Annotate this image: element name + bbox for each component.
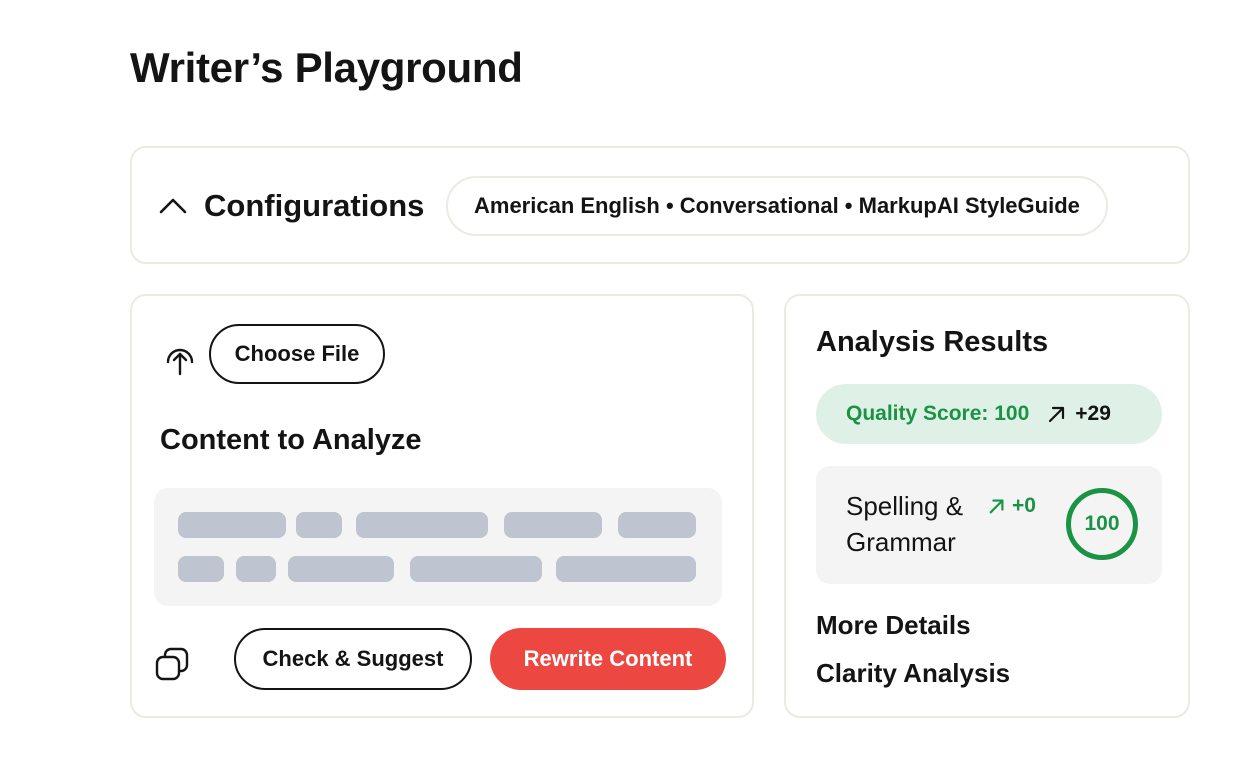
skeleton-line (556, 556, 696, 582)
skeleton-line (178, 512, 286, 538)
choose-file-button[interactable]: Choose File (209, 324, 385, 384)
skeleton-line (288, 556, 394, 582)
quality-score-badge: Quality Score: 100 +29 (816, 384, 1162, 444)
configurations-panel: Configurations American English • Conver… (130, 146, 1190, 264)
spelling-grammar-label: Spelling & Grammar (846, 491, 964, 557)
skeleton-line (504, 512, 602, 538)
clarity-analysis-link[interactable]: Clarity Analysis (816, 658, 1010, 689)
spelling-grammar-card[interactable]: Spelling & Grammar +0 100 (816, 466, 1162, 584)
page-title: Writer’s Playground (130, 44, 523, 91)
check-suggest-button[interactable]: Check & Suggest (234, 628, 472, 690)
skeleton-line (236, 556, 276, 582)
skeleton-line (178, 556, 224, 582)
skeleton-line (296, 512, 342, 538)
content-panel: Choose File Content to Analyze Check & S… (130, 294, 754, 718)
configurations-title: Configurations (204, 188, 425, 223)
configurations-toggle[interactable]: Configurations (158, 188, 424, 224)
analysis-title: Analysis Results (816, 326, 1049, 358)
more-details-link[interactable]: More Details (816, 610, 971, 641)
spelling-grammar-delta: +0 (988, 494, 1036, 518)
analysis-panel: Analysis Results Quality Score: 100 +29 … (784, 294, 1190, 718)
spelling-score-circle: 100 (1066, 488, 1138, 560)
configurations-summary-pill[interactable]: American English • Conversational • Mark… (446, 176, 1108, 236)
skeleton-line (356, 512, 488, 538)
spelling-delta-value: +0 (1012, 494, 1036, 517)
rewrite-content-button[interactable]: Rewrite Content (490, 628, 726, 690)
content-input-area[interactable] (154, 488, 722, 606)
upload-icon[interactable] (164, 342, 196, 376)
content-title: Content to Analyze (160, 424, 422, 456)
quality-score-delta: +29 (1075, 402, 1111, 425)
copy-icon[interactable] (154, 646, 190, 682)
skeleton-line (410, 556, 542, 582)
arrow-up-right-icon (989, 499, 1004, 514)
chevron-up-icon (159, 198, 187, 214)
skeleton-line (618, 512, 696, 538)
quality-score-label: Quality Score: 100 (846, 402, 1030, 425)
arrow-up-right-icon (1049, 406, 1065, 423)
